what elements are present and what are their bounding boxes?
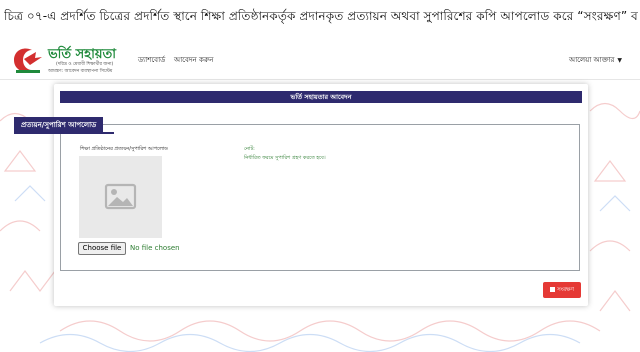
note-label: নোট: bbox=[244, 146, 255, 152]
brand-subtitle: (দরিদ্র ও মেধাবী শিক্ষার্থীর জন্য) bbox=[56, 62, 114, 67]
file-status-text: No file chosen bbox=[130, 244, 180, 252]
image-placeholder-icon bbox=[104, 183, 137, 210]
nav-dashboard-link[interactable]: ড্যাশবোর্ড bbox=[138, 54, 165, 66]
form-header-bar: ভর্তি সহায়তার আবেদন bbox=[60, 91, 582, 103]
save-button[interactable]: সংরক্ষণ bbox=[543, 282, 581, 298]
save-button-label: সংরক্ষণ bbox=[557, 287, 574, 293]
upload-label: শিক্ষা প্রতিষ্ঠানের প্রত্যয়ন/সুপারিশ আপ… bbox=[80, 146, 168, 152]
choose-file-button[interactable]: Choose file bbox=[78, 242, 126, 255]
note-text: নির্ধারিত ফরমে সুপারিশ গ্রহণ করতে হবে। bbox=[244, 155, 326, 161]
section-title-underline bbox=[14, 132, 114, 134]
caret-down-icon: ▼ bbox=[617, 57, 622, 64]
image-preview bbox=[79, 156, 162, 238]
brand-logo-icon bbox=[14, 48, 42, 73]
save-icon bbox=[550, 286, 556, 292]
top-navbar: ভর্তি সহায়তা (দরিদ্র ও মেধাবী শিক্ষার্থ… bbox=[0, 40, 640, 80]
nav-apply-link[interactable]: আবেদন করুন bbox=[174, 54, 213, 66]
user-name: আলেয়া আক্তার bbox=[568, 56, 615, 64]
instruction-text: চিত্র ০৭-এ প্রদর্শিত চিত্রের প্রদর্শিত স… bbox=[4, 9, 638, 23]
section-title: প্রত্যয়ন/সুপারিশ আপলোড bbox=[14, 117, 104, 133]
user-menu[interactable]: আলেয়া আক্তার ▼ bbox=[569, 54, 622, 66]
brand-tagline: আমন্ত্রণ: আবেদন ব্যবস্থাপনা সিস্টেম bbox=[48, 69, 113, 74]
